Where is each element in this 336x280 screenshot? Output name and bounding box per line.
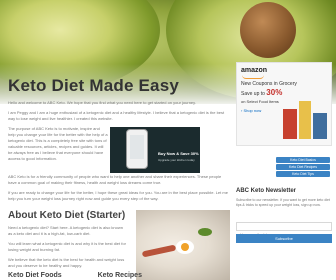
product-box xyxy=(283,109,297,139)
amazon-ad[interactable]: amazon New Coupons in Grocery Save up to… xyxy=(236,62,332,146)
bottom-links: Keto Diet Foods Keto Recipes xyxy=(8,272,176,279)
ad-headline: Buy Now & Save 30% xyxy=(158,151,199,156)
link-keto-recipes[interactable]: Keto Recipes xyxy=(98,272,142,279)
newsletter-text: Subscribe to our newsletter. If you want… xyxy=(236,198,330,207)
sidebar-buttons: Keto Diet Basics Keto Diet Recipes Keto … xyxy=(276,157,330,178)
sidebar-button-tips[interactable]: Keto Diet Tips xyxy=(276,171,330,177)
section-paragraph: We believe that the keto diet is the bes… xyxy=(8,257,125,268)
phone-screen xyxy=(130,135,144,159)
intro-paragraph: ABC Keto is for a friendly community of … xyxy=(8,174,222,185)
amazon-logo: amazon xyxy=(241,67,268,74)
page-title: Keto Diet Made Easy xyxy=(8,76,180,95)
egg-yolk-shape xyxy=(181,243,189,251)
amazon-products-image xyxy=(283,99,329,143)
intro-paragraph: Hello and welcome to ABC Keto. We hope t… xyxy=(8,100,196,105)
amazon-save-value: 30% xyxy=(266,88,283,97)
bacon-shape xyxy=(141,244,177,258)
herb-leaf-shape xyxy=(198,228,212,236)
ad-subtext: Upgrade your kitchen today xyxy=(158,158,195,162)
section-paragraph: You will learn what a ketogenic diet is … xyxy=(8,241,126,252)
section-content: Need a ketogenic diet? Start here. A ket… xyxy=(8,225,128,273)
newsletter-subscribe-button[interactable]: Subscribe xyxy=(236,234,332,243)
intro-paragraph: If you are ready to change your life for… xyxy=(8,190,228,201)
amazon-ad-line2: Save up to 30% xyxy=(241,88,282,97)
product-box xyxy=(299,101,311,139)
link-keto-diet-foods[interactable]: Keto Diet Foods xyxy=(8,272,62,279)
section-paragraph: Need a ketogenic diet? Start here. A ket… xyxy=(8,225,123,236)
keto-food-image xyxy=(136,210,230,280)
sidebar-button-recipes[interactable]: Keto Diet Recipes xyxy=(276,164,330,170)
amazon-save-prefix: Save up to xyxy=(241,91,265,97)
intro-paragraph: I am Peggy and I am a huge enthusiast of… xyxy=(8,110,225,121)
inline-ad[interactable]: Buy Now & Save 30% Upgrade your kitchen … xyxy=(110,127,200,173)
sidebar-button-basics[interactable]: Keto Diet Basics xyxy=(276,157,330,163)
amazon-smile-icon xyxy=(242,75,264,79)
product-box xyxy=(313,113,327,139)
avocado-pit xyxy=(240,2,296,58)
newsletter-email-field[interactable] xyxy=(236,222,332,238)
newsletter-title: ABC Keto Newsletter xyxy=(236,188,297,194)
intro-paragraph: The purpose of ABC Keto is to motivate, … xyxy=(8,126,108,161)
amazon-ad-line1: New Coupons in Grocery xyxy=(241,81,297,87)
amazon-shop-link[interactable]: › Shop now xyxy=(241,108,261,113)
amazon-ad-line3: on Select Food Items xyxy=(241,99,279,104)
section-heading: About Keto Diet (Starter) xyxy=(8,210,126,221)
phone-icon xyxy=(126,129,148,169)
